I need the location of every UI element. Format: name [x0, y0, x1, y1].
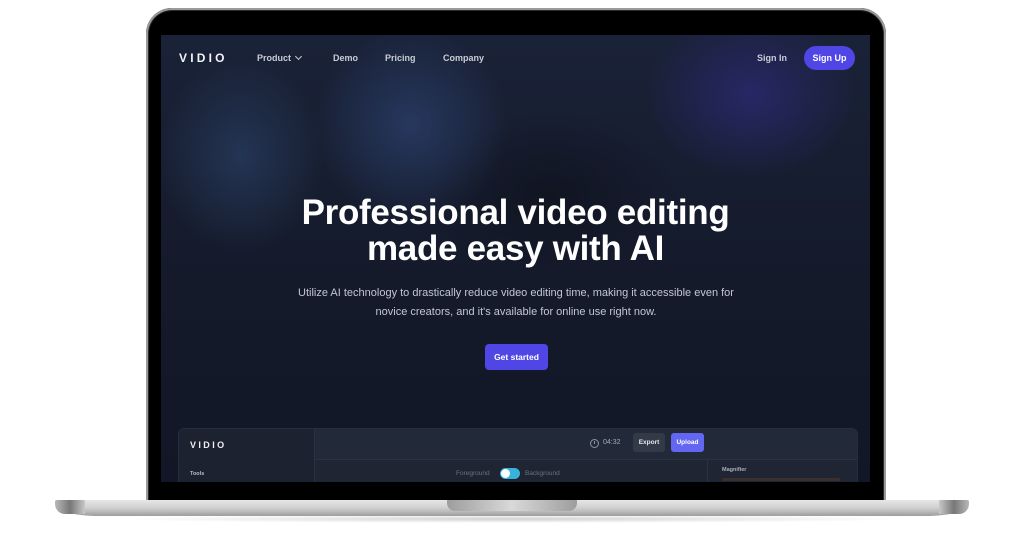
hero-title: Professional video editing made easy wit…	[161, 195, 870, 267]
navbar: VIDIO Product Demo Pricing Company Sign …	[161, 35, 870, 81]
hero-subtitle: Utilize AI technology to drastically red…	[261, 284, 771, 322]
laptop-base-left-edge	[55, 500, 85, 514]
hero-title-line-1: Professional video editing	[301, 193, 730, 232]
laptop-shadow	[110, 515, 914, 523]
app-toolbar	[315, 429, 857, 460]
get-started-button[interactable]: Get started	[485, 344, 548, 370]
app-preview: VIDIO Tools 04:32 Export Upload Foregrou…	[178, 428, 858, 482]
magnifier-preview	[722, 478, 840, 481]
export-button[interactable]: Export	[633, 433, 665, 452]
sign-in-link[interactable]: Sign In	[757, 53, 787, 63]
foreground-background-toggle[interactable]	[500, 468, 520, 479]
nav-link-product[interactable]: Product	[257, 52, 303, 63]
right-panel: Magnifier	[707, 460, 857, 482]
app-logo: VIDIO	[190, 440, 227, 450]
laptop-screen: VIDIO Product Demo Pricing Company Sign …	[161, 35, 870, 482]
background-label: Background	[525, 470, 560, 477]
nav-link-pricing[interactable]: Pricing	[385, 53, 416, 63]
duration-readout: 04:32	[603, 439, 621, 446]
magnifier-title: Magnifier	[722, 467, 747, 473]
app-sidebar: VIDIO Tools	[179, 429, 315, 482]
tools-section-label: Tools	[190, 471, 205, 477]
sign-up-button[interactable]: Sign Up	[804, 46, 855, 70]
hero-subtitle-line-1: Utilize AI technology to drastically red…	[298, 287, 734, 299]
foreground-label: Foreground	[456, 470, 490, 477]
chevron-down-icon	[294, 52, 303, 61]
hero-title-line-2: made easy with AI	[366, 229, 665, 268]
clock-icon	[590, 439, 599, 448]
toggle-knob	[501, 469, 510, 478]
upload-button[interactable]: Upload	[671, 433, 704, 452]
nav-link-product-label: Product	[257, 53, 292, 63]
nav-link-company[interactable]: Company	[443, 53, 484, 63]
brand-logo[interactable]: VIDIO	[179, 51, 228, 65]
hero-subtitle-line-2: novice creators, and it's available for …	[375, 306, 657, 318]
laptop-notch	[447, 500, 577, 511]
laptop-base-right-edge	[939, 500, 969, 514]
nav-link-demo[interactable]: Demo	[333, 53, 358, 63]
